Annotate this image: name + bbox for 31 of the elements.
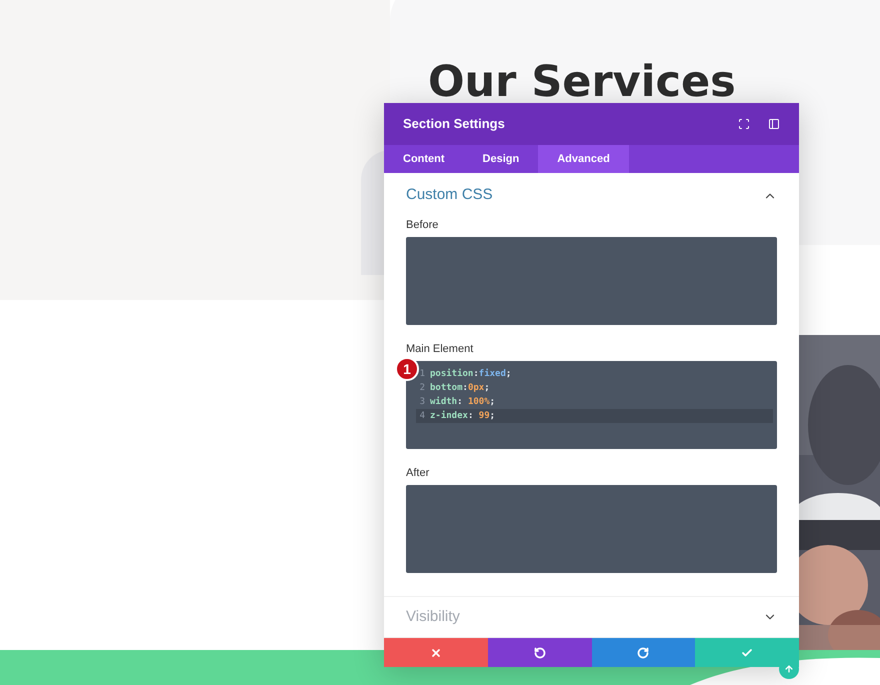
line-number: 1 bbox=[418, 368, 426, 381]
line-number: 4 bbox=[418, 410, 426, 423]
line-number: 2 bbox=[418, 382, 426, 395]
undo-button[interactable] bbox=[488, 638, 592, 667]
step-badge: 1 bbox=[395, 357, 419, 381]
save-button[interactable] bbox=[695, 638, 799, 667]
code-line: z-index: 99; bbox=[430, 410, 496, 423]
code-line: bottom:0px; bbox=[430, 382, 490, 395]
section-toggle[interactable]: Custom CSS bbox=[384, 173, 799, 216]
fullscreen-icon[interactable] bbox=[738, 118, 750, 130]
close-icon bbox=[430, 646, 442, 658]
field-label: Before bbox=[406, 219, 438, 231]
code-editor[interactable] bbox=[406, 485, 777, 573]
cancel-button[interactable] bbox=[384, 638, 488, 667]
redo-icon bbox=[637, 646, 650, 658]
field-label: After bbox=[406, 467, 430, 479]
field-label: Main Element bbox=[406, 343, 474, 355]
tab[interactable]: Advanced bbox=[538, 145, 629, 173]
code-line: width: 100%; bbox=[430, 396, 496, 409]
tab[interactable]: Design bbox=[464, 145, 538, 173]
sidebar-icon[interactable] bbox=[768, 118, 780, 130]
redo-button[interactable] bbox=[592, 638, 696, 667]
arrow-up-icon bbox=[784, 664, 794, 674]
page-heading: Our Services bbox=[428, 56, 736, 109]
check-icon bbox=[741, 646, 754, 658]
code-editor[interactable] bbox=[406, 237, 777, 325]
line-number: 3 bbox=[418, 396, 426, 409]
code-line: position:fixed; bbox=[430, 368, 512, 381]
modal-title: Section Settings bbox=[403, 115, 505, 134]
tab[interactable]: Content bbox=[384, 145, 464, 173]
undo-icon bbox=[534, 646, 546, 658]
